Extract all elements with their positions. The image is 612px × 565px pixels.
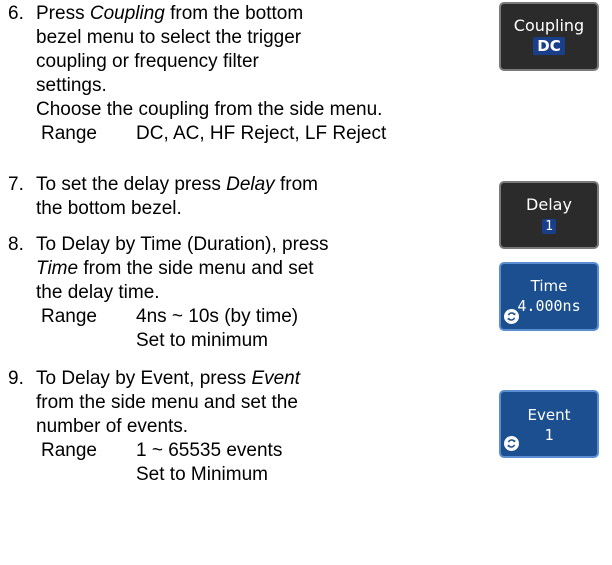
step-line: Time from the side menu and set	[36, 258, 314, 279]
step-line: To set the delay press Delay from	[36, 174, 318, 195]
button-value: DC	[501, 37, 597, 55]
range-value: Set to Minimum	[136, 464, 268, 485]
range-value: Set to minimum	[136, 330, 268, 351]
button-title: Event	[527, 406, 571, 424]
delay-button[interactable]: Delay 1	[499, 181, 599, 249]
range-value: DC, AC, HF Reject, LF Reject	[136, 123, 387, 144]
button-title: Delay	[526, 195, 572, 214]
step-text: To Delay by Time (Duration), press Time …	[36, 233, 329, 353]
range-label: Range	[41, 123, 97, 144]
step-line: settings.	[36, 75, 107, 96]
step-line: from the side menu and set the	[36, 392, 298, 413]
range-row: Range 1 ~ 65535 events	[36, 439, 300, 463]
range-value: 1 ~ 65535 events	[136, 440, 283, 461]
knob-icon	[504, 309, 519, 324]
step-number: 9.	[8, 368, 24, 389]
step-line: coupling or frequency filter	[36, 51, 259, 72]
button-value: 1	[501, 216, 597, 234]
step-line: the bottom bezel.	[36, 198, 182, 219]
time-button[interactable]: Time 4.000ns	[499, 262, 599, 331]
range-row: Set to Minimum	[36, 463, 300, 487]
button-title: Coupling	[513, 16, 585, 35]
step-line: Choose the coupling from the side menu.	[36, 99, 383, 120]
step-line: To Delay by Event, press Event	[36, 368, 301, 389]
step-line: bezel menu to select the trigger	[36, 27, 302, 48]
range-label: Range	[41, 440, 97, 461]
step-number: 8.	[8, 234, 24, 255]
coupling-button[interactable]: Coupling DC	[499, 2, 599, 71]
step-text: To Delay by Event, press Event from the …	[36, 367, 300, 487]
event-button[interactable]: Event 1	[499, 390, 599, 458]
step-line: Press Coupling from the bottom	[36, 3, 304, 24]
step-line: number of events.	[36, 416, 189, 437]
step-number: 6.	[8, 3, 24, 24]
button-title: Time	[530, 277, 568, 295]
range-label: Range	[41, 306, 97, 327]
step-line: To Delay by Time (Duration), press	[36, 234, 329, 255]
step-line: the delay time.	[36, 282, 160, 303]
range-value: 4ns ~ 10s (by time)	[136, 306, 299, 327]
knob-icon	[504, 436, 519, 451]
range-row: Range 4ns ~ 10s (by time)	[36, 305, 329, 329]
step-number: 7.	[8, 174, 24, 195]
range-row: Range DC, AC, HF Reject, LF Reject	[36, 122, 386, 146]
range-row: Set to minimum	[36, 329, 329, 353]
step-text: To set the delay press Delay from the bo…	[36, 173, 318, 221]
step-text: Press Coupling from the bottom bezel men…	[36, 2, 386, 146]
